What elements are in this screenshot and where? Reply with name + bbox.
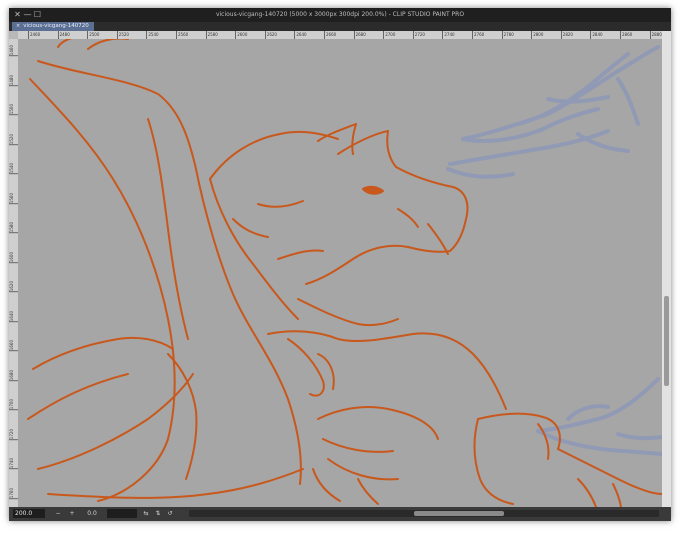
ruler-tick-label: 2480	[57, 31, 70, 39]
reset-view-icon[interactable]: ↺	[165, 509, 175, 518]
ruler-tick-label: 1460	[9, 45, 18, 57]
ruler-tick-label: 2640	[294, 31, 307, 39]
ruler-tick-label: 2720	[412, 31, 425, 39]
canvas-artwork	[27, 39, 662, 507]
ruler-tick-label: 1680	[9, 369, 18, 381]
document-tab-bar: × vicious-vicgang-140720	[9, 22, 671, 31]
ruler-tick-label: 2780	[501, 31, 514, 39]
vertical-scroll-thumb[interactable]	[664, 296, 669, 386]
rotation-slider[interactable]	[107, 509, 137, 518]
ruler-tick-label: 1580	[9, 222, 18, 234]
ruler-tick-label: 1620	[9, 281, 18, 293]
tab-close-icon[interactable]: ×	[16, 23, 20, 29]
ruler-tick-label: 2760	[472, 31, 485, 39]
ruler-tick-label: 2520	[116, 31, 129, 39]
ruler-tick-label: 1660	[9, 340, 18, 352]
status-bar: 200.0 − + 0.0 ⇆ ⇅ ↺	[9, 507, 671, 521]
zoom-level-field[interactable]: 200.0	[13, 509, 45, 518]
ruler-tick-label: 2880	[649, 31, 662, 39]
tab-vicious-vicgang[interactable]: × vicious-vicgang-140720	[12, 22, 94, 31]
zoom-in-button[interactable]: +	[67, 509, 77, 518]
zoom-out-button[interactable]: −	[53, 509, 63, 518]
lineart-layer	[27, 39, 662, 507]
ruler-tick-label: 2820	[560, 31, 573, 39]
ruler-tick-label: 2840	[590, 31, 603, 39]
ruler-tick-label: 2560	[176, 31, 189, 39]
vertical-scrollbar[interactable]	[662, 31, 671, 507]
rotation-field[interactable]: 0.0	[81, 509, 103, 518]
ruler-tick-label: 2500	[87, 31, 100, 39]
ruler-tick-label: 1480	[9, 74, 18, 86]
ruler-tick-label: 2580	[205, 31, 218, 39]
horizontal-scrollbar[interactable]	[189, 510, 659, 517]
ruler-tick-label: 1760	[9, 487, 18, 499]
tab-label: vicious-vicgang-140720	[23, 23, 89, 29]
ruler-tick-label: 1600	[9, 251, 18, 263]
drawing-canvas[interactable]	[18, 39, 662, 507]
flip-vertical-icon[interactable]: ⇅	[153, 509, 163, 518]
ruler-tick-label: 2860	[620, 31, 633, 39]
ruler-tick-label: 2800	[531, 31, 544, 39]
ruler-tick-label: 2660	[324, 31, 337, 39]
ruler-tick-label: 1720	[9, 428, 18, 440]
flip-horizontal-icon[interactable]: ⇆	[141, 509, 151, 518]
ruler-tick-label: 2540	[146, 31, 159, 39]
ruler-tick-label: 1560	[9, 192, 18, 204]
ruler-tick-label: 1700	[9, 399, 18, 411]
ruler-tick-label: 2600	[235, 31, 248, 39]
ruler-tick-label: 1500	[9, 104, 18, 116]
ruler-tick-label: 2620	[264, 31, 277, 39]
ruler-tick-label: 1540	[9, 163, 18, 175]
app-window: ✕ — ☐ vicious-vicgang-140720 (5000 x 300…	[9, 8, 671, 521]
ruler-tick-label: 1640	[9, 310, 18, 322]
ruler-tick-label: 1520	[9, 133, 18, 145]
horizontal-ruler: 2460 2480 2500 2520 2540 2560 2580 2600 2620 2640…	[18, 31, 662, 39]
ruler-tick-label: 2700	[383, 31, 396, 39]
ruler-tick-label: 2460	[28, 31, 41, 39]
ruler-tick-label: 1740	[9, 458, 18, 470]
title-bar: ✕ — ☐ vicious-vicgang-140720 (5000 x 300…	[9, 8, 671, 22]
horizontal-scroll-thumb[interactable]	[414, 511, 504, 516]
sketch-layer	[446, 45, 662, 456]
ruler-tick-label: 2680	[353, 31, 366, 39]
vertical-ruler: 1460 1480 1500 1520 1540 1560 1580 1600 1620 1640…	[9, 39, 18, 507]
window-title: vicious-vicgang-140720 (5000 x 3000px 30…	[215, 11, 465, 18]
ruler-tick-label: 2740	[442, 31, 455, 39]
ruler-corner	[9, 31, 18, 39]
